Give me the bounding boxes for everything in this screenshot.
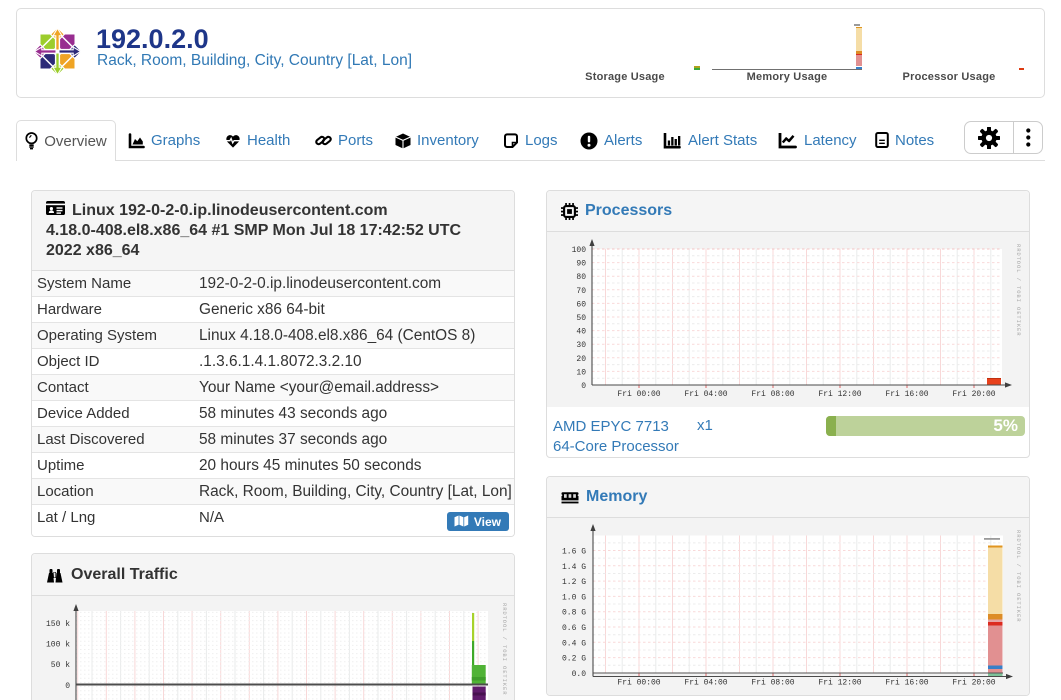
svg-text:Fri 00:00: Fri 00:00 xyxy=(617,390,660,399)
svg-text:0.0: 0.0 xyxy=(572,670,587,679)
svg-text:Fri 12:00: Fri 12:00 xyxy=(818,679,861,688)
svg-text:60: 60 xyxy=(576,300,586,309)
svg-text:Fri 16:00: Fri 16:00 xyxy=(885,390,928,399)
svg-text:20: 20 xyxy=(576,355,586,364)
svg-text:50: 50 xyxy=(576,314,586,323)
svg-text:100: 100 xyxy=(572,246,587,255)
svg-text:100 k: 100 k xyxy=(46,641,70,650)
svg-text:30: 30 xyxy=(576,341,586,350)
svg-text:1.4 G: 1.4 G xyxy=(562,563,586,572)
svg-text:Fri 16:00: Fri 16:00 xyxy=(885,679,928,688)
svg-text:RRDTOOL / TOBI OETIKER: RRDTOOL / TOBI OETIKER xyxy=(1015,530,1022,622)
svg-text:RRDTOOL / TOBI OETIKER: RRDTOOL / TOBI OETIKER xyxy=(1015,244,1022,336)
svg-text:Fri 08:00: Fri 08:00 xyxy=(751,679,794,688)
svg-text:150 k: 150 k xyxy=(46,620,70,629)
svg-text:RRDTOOL / TOBI OETIKER: RRDTOOL / TOBI OETIKER xyxy=(501,603,508,695)
svg-text:Fri 04:00: Fri 04:00 xyxy=(684,390,727,399)
svg-text:0.8 G: 0.8 G xyxy=(562,609,586,618)
svg-text:40: 40 xyxy=(576,328,586,337)
svg-text:0: 0 xyxy=(581,382,586,391)
svg-text:Fri 12:00: Fri 12:00 xyxy=(818,390,861,399)
svg-text:Fri 20:00: Fri 20:00 xyxy=(952,390,995,399)
svg-text:Fri 20:00: Fri 20:00 xyxy=(952,679,995,688)
svg-text:0.4 G: 0.4 G xyxy=(562,639,586,648)
svg-text:1.0 G: 1.0 G xyxy=(562,593,586,602)
svg-text:10: 10 xyxy=(576,368,586,377)
svg-text:0.2 G: 0.2 G xyxy=(562,655,586,664)
svg-text:80: 80 xyxy=(576,273,586,282)
svg-text:0: 0 xyxy=(65,682,70,691)
svg-text:Fri 04:00: Fri 04:00 xyxy=(684,679,727,688)
svg-text:70: 70 xyxy=(576,287,586,296)
svg-text:90: 90 xyxy=(576,260,586,269)
svg-text:Fri 08:00: Fri 08:00 xyxy=(751,390,794,399)
svg-text:50 k: 50 k xyxy=(51,661,70,670)
svg-text:1.2 G: 1.2 G xyxy=(562,578,586,587)
svg-text:1.6 G: 1.6 G xyxy=(562,548,586,557)
svg-text:0.6 G: 0.6 G xyxy=(562,624,586,633)
svg-text:Fri 00:00: Fri 00:00 xyxy=(617,679,660,688)
